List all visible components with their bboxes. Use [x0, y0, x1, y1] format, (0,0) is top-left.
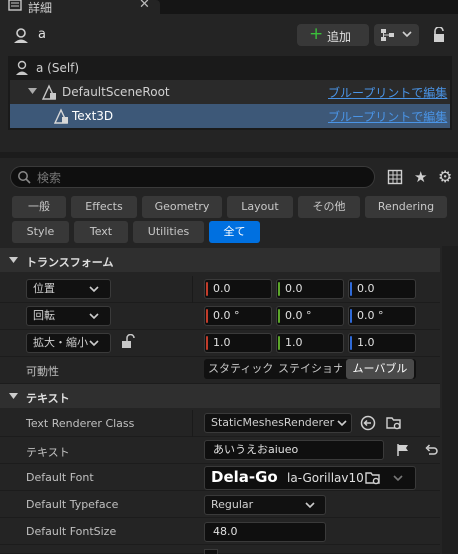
use-selected-icon[interactable]	[360, 415, 376, 431]
font-preview: Dela-Go	[211, 468, 278, 486]
chevron-down-icon	[89, 312, 99, 320]
location-y-field[interactable]: 0.0	[276, 279, 344, 299]
mobility-segmented-control: スタティック ステイショナリ ムーバブル	[204, 359, 416, 379]
search-icon	[17, 170, 31, 184]
property-matrix-icon[interactable]	[387, 169, 403, 185]
filter-style[interactable]: Style	[12, 221, 69, 243]
mobility-label: 可動性	[26, 365, 59, 378]
tree-row-self[interactable]: a (Self)	[10, 56, 450, 80]
filter-layout[interactable]: Layout	[227, 196, 293, 218]
location-z-field[interactable]: 0.0	[348, 279, 416, 299]
rotation-x-field[interactable]: 0.0 °	[204, 306, 272, 326]
typeface-label: Default Typeface	[26, 498, 119, 511]
checkbox[interactable]	[204, 549, 218, 554]
rotation-label: 回転	[33, 309, 55, 322]
rotation-z-field[interactable]: 0.0 °	[348, 306, 416, 326]
filter-all[interactable]: 全て	[209, 221, 260, 243]
tree-row-label: a (Self)	[36, 61, 80, 75]
scrollbar[interactable]	[442, 246, 458, 554]
add-component-button[interactable]: + 追加	[297, 24, 369, 46]
scene-component-icon	[52, 107, 70, 125]
collapse-arrow-icon	[9, 393, 18, 400]
browse-icon[interactable]	[386, 415, 402, 431]
details-tab[interactable]: 詳細 ✕	[0, 0, 160, 15]
tree-row-label: DefaultSceneRoot	[62, 85, 170, 99]
collapse-arrow-icon	[9, 257, 18, 264]
section-title: トランスフォーム	[26, 256, 114, 269]
tree-row-text3d[interactable]: Text3D ブループリントで編集	[10, 104, 450, 128]
typeface-value: Regular	[211, 498, 254, 511]
tree-row-label: Text3D	[72, 109, 114, 123]
browse-icon[interactable]	[365, 470, 381, 486]
scale-x-field[interactable]: 1.0	[204, 333, 272, 353]
rotation-dropdown[interactable]: 回転	[26, 306, 111, 326]
default-font-label: Default Font	[26, 471, 94, 484]
rotation-y-field[interactable]: 0.0 °	[276, 306, 344, 326]
edit-in-blueprint-link[interactable]: ブループリントで編集	[328, 84, 447, 101]
fontsize-input[interactable]: 48.0	[204, 522, 326, 542]
default-font-value: la-Gorillav10	[287, 471, 364, 485]
actor-name: a	[38, 27, 46, 42]
expand-arrow-icon[interactable]	[28, 88, 37, 95]
filter-utilities[interactable]: Utilities	[133, 221, 204, 243]
renderer-class-label: Text Renderer Class	[26, 417, 135, 430]
fontsize-label: Default FontSize	[26, 525, 117, 538]
search-input[interactable]: 検索	[10, 166, 375, 188]
text-input[interactable]: あいうえおaiueo	[204, 440, 384, 460]
gear-icon[interactable]: ⚙	[438, 167, 452, 186]
scale-y-field[interactable]: 1.0	[276, 333, 344, 353]
filter-effects[interactable]: Effects	[71, 196, 137, 218]
renderer-class-dropdown[interactable]: StaticMeshesRenderer	[204, 413, 352, 433]
typeface-dropdown[interactable]: Regular	[204, 495, 326, 515]
add-label: 追加	[327, 30, 352, 44]
search-placeholder: 検索	[37, 171, 62, 185]
section-header-text[interactable]: テキスト	[0, 384, 440, 408]
actor-icon	[12, 27, 30, 45]
filter-geometry[interactable]: Geometry	[142, 196, 222, 218]
star-icon[interactable]: ★	[414, 168, 427, 186]
chevron-down-icon	[402, 30, 412, 38]
hierarchy-icon	[380, 28, 396, 42]
filter-general[interactable]: 一般	[12, 196, 66, 218]
mobility-stationary-option[interactable]: ステイショナリ	[278, 359, 342, 379]
mobility-static-option[interactable]: スタティック	[208, 359, 272, 379]
close-tab-icon[interactable]: ✕	[139, 0, 150, 12]
scale-z-field[interactable]: 1.0	[348, 333, 416, 353]
tree-row-defaultsceneroot[interactable]: DefaultSceneRoot ブループリントで編集	[10, 80, 450, 104]
section-title: テキスト	[26, 392, 70, 405]
mobility-movable-option[interactable]: ムーバブル	[346, 359, 414, 379]
lock-icon[interactable]	[432, 27, 446, 43]
splitter[interactable]	[0, 152, 458, 158]
filter-rendering[interactable]: Rendering	[365, 196, 447, 218]
renderer-class-value: StaticMeshesRenderer	[211, 416, 335, 429]
chevron-down-icon	[89, 285, 99, 293]
chevron-down-icon	[393, 474, 403, 482]
chevron-down-icon	[305, 501, 315, 509]
default-font-picker[interactable]: Dela-Go la-Gorillav10	[204, 466, 416, 490]
scale-dropdown[interactable]: 拡大・縮小	[26, 333, 111, 353]
filter-text[interactable]: Text	[74, 221, 128, 243]
location-label: 位置	[33, 282, 55, 295]
hierarchy-options-button[interactable]	[374, 24, 419, 46]
section-header-transform[interactable]: トランスフォーム	[0, 248, 440, 272]
location-x-field[interactable]: 0.0	[204, 279, 272, 299]
scale-label: 拡大・縮小	[33, 336, 88, 349]
filter-other[interactable]: その他	[298, 196, 360, 218]
reset-to-default-icon[interactable]	[424, 443, 438, 457]
edit-in-blueprint-link[interactable]: ブループリントで編集	[328, 108, 447, 125]
flag-icon[interactable]	[396, 443, 410, 457]
chevron-down-icon	[335, 419, 347, 427]
actor-icon	[14, 60, 30, 76]
location-dropdown[interactable]: 位置	[26, 279, 111, 299]
text-label: テキスト	[26, 446, 70, 459]
unlock-icon[interactable]	[121, 334, 135, 350]
property-row-next	[0, 545, 440, 554]
chevron-down-icon	[89, 339, 99, 347]
details-tab-icon	[8, 0, 22, 11]
scene-component-icon	[40, 83, 58, 101]
plus-icon: +	[309, 24, 324, 44]
